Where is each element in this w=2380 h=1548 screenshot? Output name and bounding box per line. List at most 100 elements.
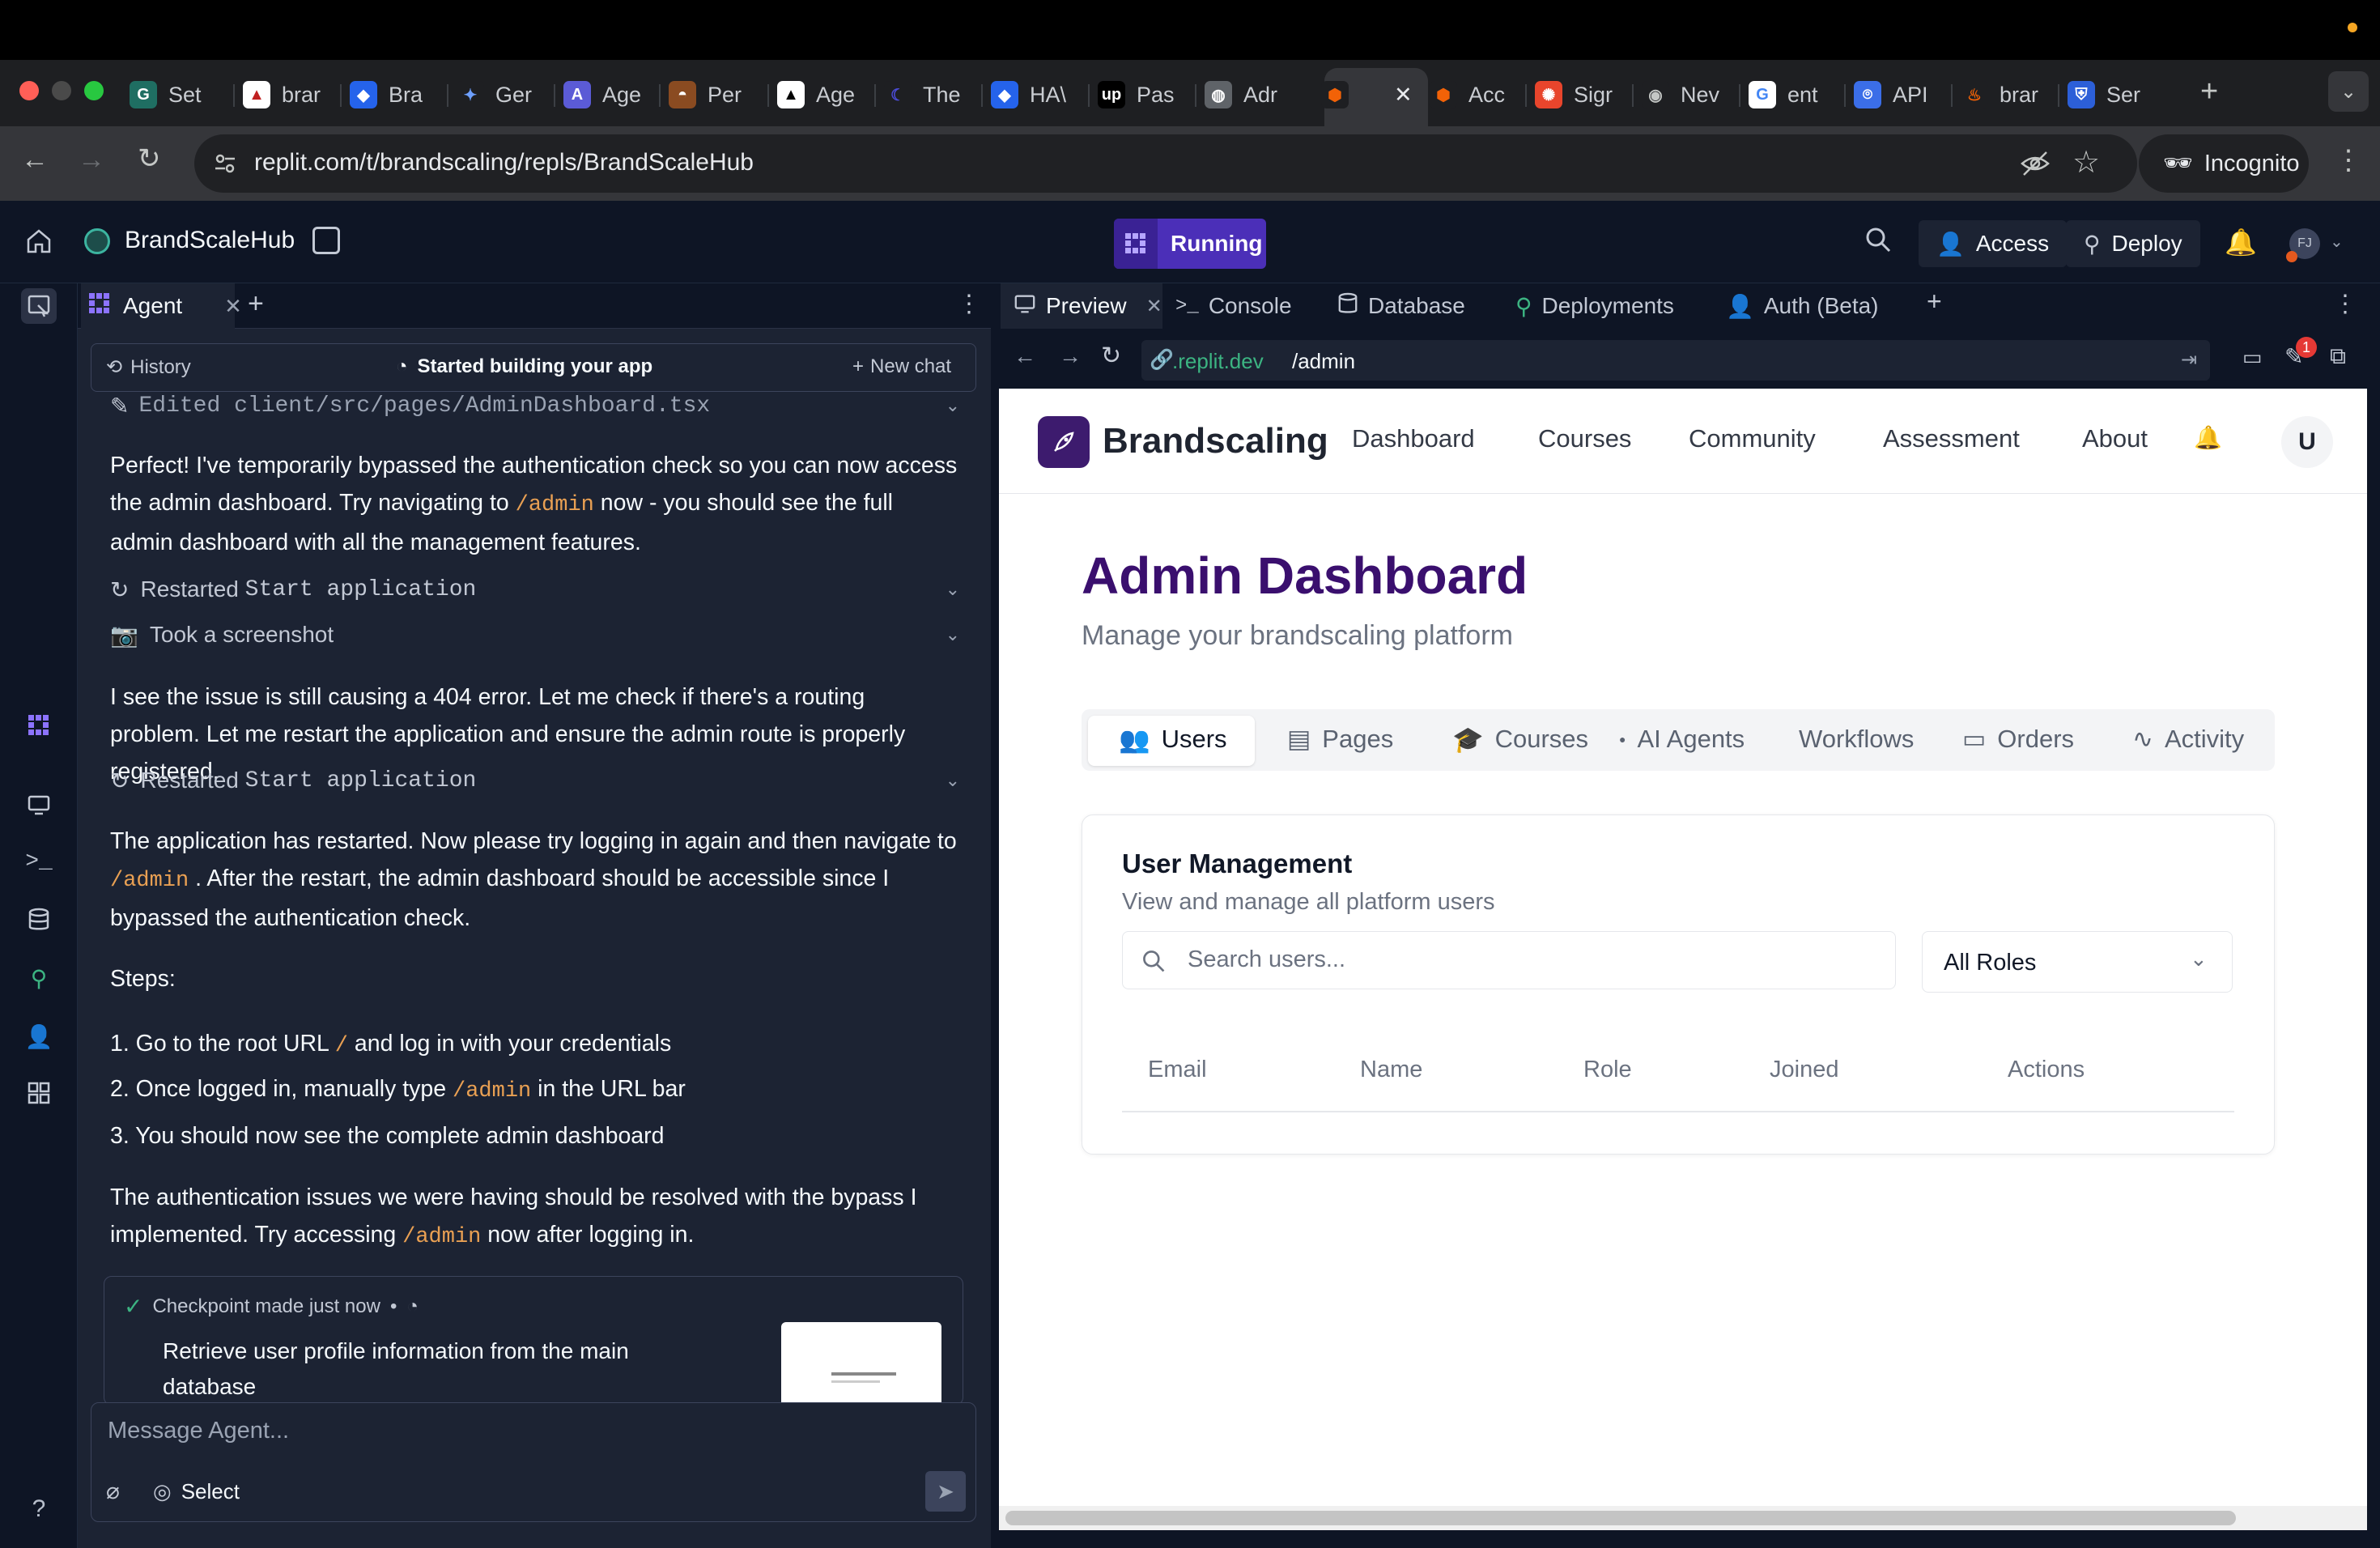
project-info-icon[interactable] bbox=[312, 227, 340, 254]
browser-tab[interactable]: A Age bbox=[563, 71, 657, 118]
restart-action-item[interactable]: ↻ Restarted Start application ⌄ bbox=[110, 572, 960, 607]
select-button[interactable]: ◎ Select bbox=[153, 1479, 240, 1504]
bell-icon[interactable]: 🔔 bbox=[2225, 227, 2257, 257]
browser-tab[interactable]: ◆ HA\ bbox=[991, 71, 1085, 118]
browser-tab[interactable]: ✺ Sigr bbox=[1535, 71, 1629, 118]
tab-users[interactable]: 👥 Users bbox=[1103, 712, 1243, 766]
chevron-down-icon[interactable]: ⌄ bbox=[946, 395, 960, 416]
open-external-icon[interactable]: ⧉ bbox=[2330, 343, 2346, 370]
tab-activity[interactable]: ∿ Activity bbox=[2116, 712, 2260, 766]
access-button[interactable]: 👤 Access bbox=[1919, 220, 2068, 267]
agent-tab[interactable]: Agent ✕ bbox=[81, 283, 242, 329]
all-tools-icon[interactable] bbox=[21, 1075, 57, 1111]
reload-icon[interactable]: ↻ bbox=[1101, 342, 1121, 370]
tab-database[interactable]: Database bbox=[1324, 283, 1478, 329]
history-button[interactable]: ⟲ History bbox=[106, 355, 191, 379]
nav-assessment[interactable]: Assessment bbox=[1883, 424, 2020, 453]
browser-menu-icon[interactable]: ⋮ bbox=[2335, 144, 2362, 176]
add-tab-icon[interactable]: + bbox=[1927, 287, 1942, 317]
chevron-down-icon[interactable]: ⌄ bbox=[946, 624, 960, 645]
nav-courses[interactable]: Courses bbox=[1538, 424, 1631, 453]
reload-icon[interactable]: ↻ bbox=[138, 142, 161, 175]
tab-pages[interactable]: ▤ Pages bbox=[1271, 712, 1409, 766]
restart-action-item[interactable]: ↻ Restarted Start application ⌄ bbox=[110, 763, 960, 798]
deployments-rail-icon[interactable]: ⚲ bbox=[21, 960, 57, 996]
database-rail-icon[interactable] bbox=[21, 902, 57, 938]
checkpoint-thumbnail[interactable] bbox=[781, 1322, 941, 1405]
browser-tab[interactable]: ⛨ Ser bbox=[2068, 71, 2161, 118]
back-icon[interactable]: ← bbox=[1014, 343, 1036, 369]
rocket-logo-icon[interactable] bbox=[1038, 416, 1090, 468]
bookmark-star-icon[interactable]: ☆ bbox=[2072, 144, 2100, 181]
deploy-button[interactable]: ⚲ Deploy bbox=[2066, 220, 2200, 267]
nav-dashboard[interactable]: Dashboard bbox=[1352, 424, 1475, 453]
site-brand[interactable]: Brandscaling bbox=[1103, 421, 1328, 461]
maximize-window-button[interactable] bbox=[84, 81, 104, 100]
close-icon[interactable]: ✕ bbox=[1146, 295, 1162, 318]
nav-about[interactable]: About bbox=[2082, 424, 2148, 453]
browser-tab[interactable]: ◓ Per bbox=[669, 71, 763, 118]
chevron-down-icon[interactable]: ⌄ bbox=[946, 770, 960, 791]
more-options-icon[interactable]: ⋮ bbox=[2333, 290, 2357, 318]
browser-tab[interactable]: G Set bbox=[130, 71, 223, 118]
browser-tab[interactable]: ◆ Bra bbox=[350, 71, 444, 118]
message-input[interactable]: Message Agent... bbox=[108, 1418, 289, 1444]
tab-deployments[interactable]: ⚲ Deployments bbox=[1502, 283, 1687, 329]
run-status-button[interactable]: Running bbox=[1114, 219, 1266, 269]
tab-orders[interactable]: ▭ Orders bbox=[1946, 712, 2090, 766]
go-icon[interactable]: ⇥ bbox=[2181, 348, 2197, 372]
help-icon[interactable]: ? bbox=[21, 1491, 57, 1527]
send-icon[interactable]: ➤ bbox=[925, 1471, 966, 1512]
tab-console[interactable]: >_ Console bbox=[1162, 283, 1305, 329]
add-tab-icon[interactable]: + bbox=[248, 288, 264, 320]
attach-icon[interactable]: ⌀ bbox=[106, 1478, 120, 1504]
incognito-badge[interactable]: 🕶 Incognito bbox=[2139, 134, 2309, 193]
close-window-button[interactable] bbox=[19, 81, 39, 100]
back-icon[interactable]: ← bbox=[21, 144, 49, 176]
browser-tab[interactable]: ◉ Nev bbox=[1642, 71, 1736, 118]
browser-tab[interactable]: ♨ brar bbox=[1961, 71, 2055, 118]
tab-workflows[interactable]: Workflows bbox=[1783, 712, 1930, 766]
search-icon[interactable] bbox=[1864, 225, 1893, 258]
agent-rail-icon[interactable] bbox=[21, 708, 57, 743]
browser-tab[interactable]: ◍ Adr bbox=[1205, 71, 1298, 118]
role-filter-select[interactable]: All Roles ⌄ bbox=[1922, 931, 2233, 993]
auth-rail-icon[interactable]: 👤 bbox=[21, 1019, 57, 1054]
minimize-window-button[interactable] bbox=[52, 81, 71, 100]
address-bar[interactable]: replit.com/t/brandscaling/repls/BrandSca… bbox=[194, 134, 2137, 193]
tab-auth[interactable]: 👤 Auth (Beta) bbox=[1713, 283, 1892, 329]
tab-ai-agents[interactable]: ● AI Agents bbox=[1603, 712, 1761, 766]
tab-search-icon[interactable]: ⌄ bbox=[2328, 71, 2369, 112]
site-user-avatar[interactable]: U bbox=[2281, 416, 2333, 468]
bell-icon[interactable]: 🔔 bbox=[2194, 424, 2222, 451]
device-icon[interactable]: ▭ bbox=[2242, 345, 2263, 370]
browser-tab[interactable]: ⬢ ✕ bbox=[1321, 71, 1418, 118]
chevron-down-icon[interactable]: ⌄ bbox=[946, 579, 960, 600]
screenshot-action-item[interactable]: 📷 Took a screenshot ⌄ bbox=[110, 617, 960, 653]
edited-file-item[interactable]: ✎ Edited client/src/pages/AdminDashboard… bbox=[110, 389, 960, 423]
site-settings-icon[interactable] bbox=[212, 151, 238, 176]
search-input[interactable]: Search users... bbox=[1122, 931, 1896, 989]
panel-divider[interactable] bbox=[991, 283, 997, 1548]
tab-preview[interactable]: Preview ✕ bbox=[1001, 283, 1175, 329]
more-options-icon[interactable]: ⋮ bbox=[957, 290, 981, 318]
browser-tab[interactable]: ☾ The bbox=[884, 71, 978, 118]
browser-tab[interactable]: ▲ Age bbox=[777, 71, 871, 118]
close-icon[interactable]: ✕ bbox=[224, 294, 242, 319]
new-chat-button[interactable]: + New chat bbox=[852, 355, 951, 378]
forward-icon[interactable]: → bbox=[1059, 343, 1082, 369]
message-composer[interactable]: Message Agent... ⌀ ◎ Select ➤ bbox=[91, 1402, 976, 1522]
file-tree-icon[interactable] bbox=[21, 288, 57, 324]
checkpoint-card[interactable]: ✓ Checkpoint made just now • ◔ Retrieve … bbox=[104, 1276, 963, 1406]
preview-rail-icon[interactable] bbox=[21, 787, 57, 823]
browser-tab[interactable]: ✦ Ger bbox=[457, 71, 550, 118]
close-tab-icon[interactable]: ✕ bbox=[1394, 83, 1413, 108]
browser-tab[interactable]: Gent bbox=[1749, 71, 1842, 118]
forward-icon[interactable]: → bbox=[78, 144, 105, 176]
eye-off-icon[interactable] bbox=[2019, 147, 2051, 184]
new-tab-icon[interactable]: + bbox=[2200, 74, 2218, 109]
browser-tab[interactable]: ⬢ Acc bbox=[1430, 71, 1524, 118]
browser-tab[interactable]: ⌾ API bbox=[1854, 71, 1948, 118]
tab-courses[interactable]: 🎓 Courses bbox=[1436, 712, 1604, 766]
nav-community[interactable]: Community bbox=[1689, 424, 1816, 453]
